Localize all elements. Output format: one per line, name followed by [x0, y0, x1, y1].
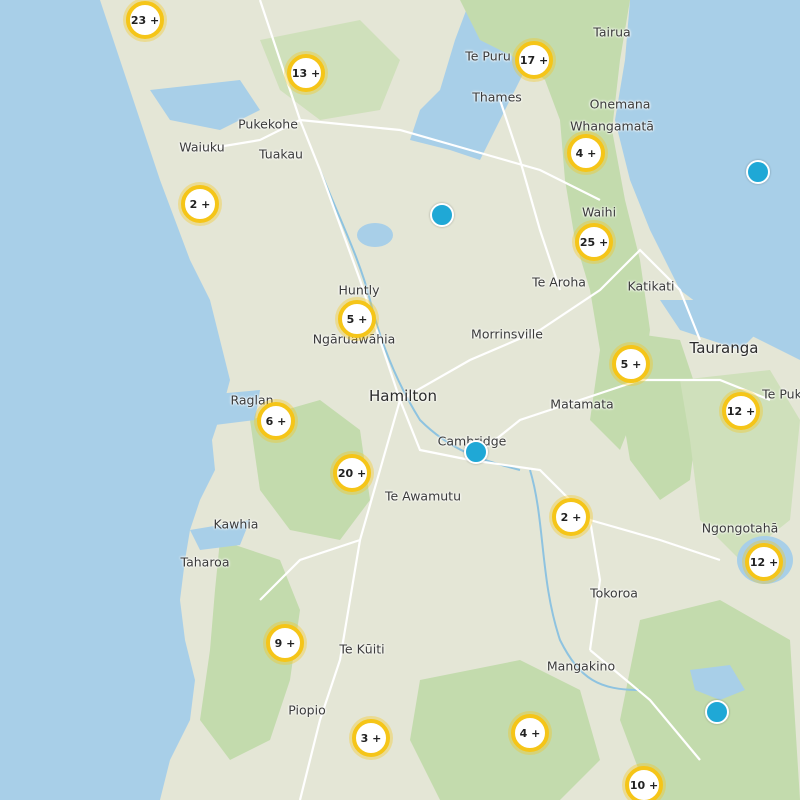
place-te-awamutu: Te Awamutu	[384, 488, 462, 504]
map-canvas[interactable]: Te Puru Tairua Thames Onemana Whangamatā…	[0, 0, 800, 800]
cluster-count: 2 +	[189, 197, 211, 211]
place-te-puke: Te Puk	[762, 386, 800, 402]
place-tuakau: Tuakau	[259, 146, 303, 162]
place-te-puru: Te Puru	[465, 48, 511, 64]
place-te-kuiti: Te Kūiti	[339, 641, 385, 657]
cluster-count: 12 +	[726, 404, 756, 418]
cluster-count: 5 +	[620, 357, 642, 371]
map-cluster-marker[interactable]: 2 +	[181, 185, 219, 223]
map-cluster-marker[interactable]: 12 +	[745, 543, 783, 581]
cluster-count: 6 +	[265, 414, 287, 428]
map-cluster-marker[interactable]: 5 +	[612, 345, 650, 383]
lake	[357, 223, 393, 247]
map-cluster-marker[interactable]: 13 +	[287, 54, 325, 92]
map-cluster-marker[interactable]: 4 +	[567, 134, 605, 172]
cluster-count: 23 +	[130, 13, 160, 27]
place-hamilton: Hamilton	[369, 387, 437, 405]
map-cluster-marker[interactable]: 9 +	[266, 624, 304, 662]
cluster-count: 20 +	[337, 466, 367, 480]
place-matamata: Matamata	[550, 396, 614, 412]
map-cluster-marker[interactable]: 25 +	[575, 223, 613, 261]
cluster-count: 25 +	[579, 235, 609, 249]
map-cluster-marker[interactable]: 5 +	[338, 300, 376, 338]
map-cluster-marker[interactable]: 4 +	[511, 714, 549, 752]
map-cluster-marker[interactable]: 12 +	[722, 392, 760, 430]
place-whangamata: Whangamatā	[570, 118, 654, 134]
place-pukekohe: Pukekohe	[238, 116, 298, 132]
map-cluster-marker[interactable]: 2 +	[552, 498, 590, 536]
map-location-marker[interactable]	[430, 203, 454, 227]
map-cluster-marker[interactable]: 6 +	[257, 402, 295, 440]
map-cluster-marker[interactable]: 20 +	[333, 454, 371, 492]
map-location-marker[interactable]	[464, 440, 488, 464]
cluster-count: 17 +	[519, 53, 549, 67]
map-cluster-marker[interactable]: 10 +	[625, 766, 663, 800]
place-tokoroa: Tokoroa	[590, 585, 638, 601]
place-katikati: Katikati	[627, 278, 675, 294]
cluster-count: 5 +	[346, 312, 368, 326]
cluster-count: 2 +	[560, 510, 582, 524]
place-tauranga: Tauranga	[689, 339, 759, 357]
map-location-marker[interactable]	[705, 700, 729, 724]
place-thames: Thames	[472, 89, 522, 105]
place-taharoa: Taharoa	[180, 554, 230, 570]
map-cluster-marker[interactable]: 23 +	[126, 1, 164, 39]
cluster-count: 13 +	[291, 66, 321, 80]
place-tairua: Tairua	[593, 24, 631, 40]
cluster-count: 9 +	[274, 636, 296, 650]
place-morrinsville: Morrinsville	[471, 326, 543, 342]
cluster-count: 4 +	[575, 146, 597, 160]
map-cluster-marker[interactable]: 3 +	[352, 719, 390, 757]
place-onemana: Onemana	[589, 96, 651, 112]
place-mangakino: Mangakino	[546, 658, 616, 674]
cluster-count: 10 +	[629, 778, 659, 792]
cluster-count: 3 +	[360, 731, 382, 745]
place-ngongotaha: Ngongotahā	[701, 520, 779, 536]
place-waihi: Waihi	[581, 204, 617, 220]
cluster-count: 12 +	[749, 555, 779, 569]
map-location-marker[interactable]	[746, 160, 770, 184]
place-huntly: Huntly	[338, 282, 380, 298]
place-te-aroha: Te Aroha	[532, 274, 586, 290]
place-kawhia: Kawhia	[213, 516, 259, 532]
place-waiuku: Waiuku	[179, 139, 225, 155]
map-cluster-marker[interactable]: 17 +	[515, 41, 553, 79]
cluster-count: 4 +	[519, 726, 541, 740]
place-piopio: Piopio	[288, 702, 326, 718]
